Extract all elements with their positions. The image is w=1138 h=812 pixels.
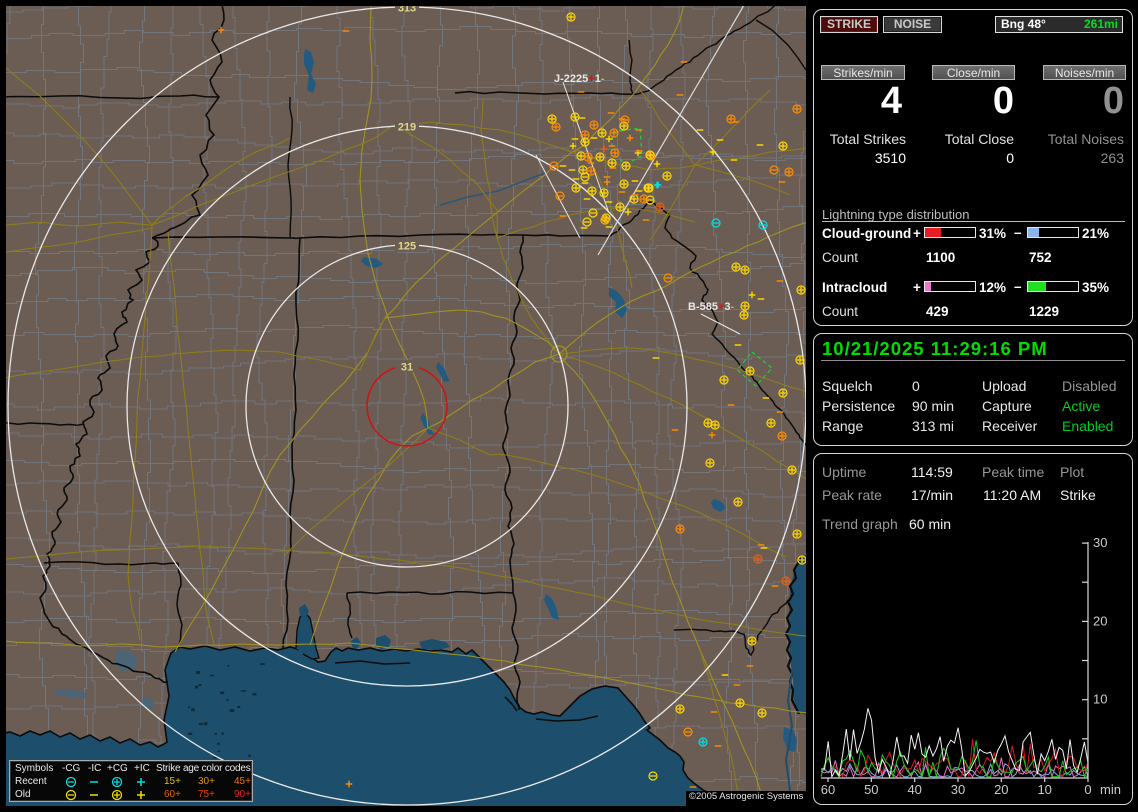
svg-text:J-2225+1-: J-2225+1-: [554, 73, 605, 85]
svg-text:30: 30: [951, 782, 965, 797]
svg-text:20: 20: [994, 782, 1008, 797]
svg-text:313: 313: [398, 6, 416, 15]
svg-text:40: 40: [907, 782, 921, 797]
svg-text:125: 125: [398, 241, 416, 253]
svg-text:50: 50: [864, 782, 878, 797]
svg-text:min: min: [1100, 782, 1121, 797]
svg-text:219: 219: [398, 122, 416, 134]
svg-text:30: 30: [1093, 536, 1107, 550]
svg-text:60: 60: [821, 782, 835, 797]
svg-text:10: 10: [1093, 692, 1107, 707]
svg-text:10: 10: [1037, 782, 1051, 797]
svg-text:31: 31: [401, 362, 413, 374]
svg-text:0: 0: [1084, 782, 1091, 797]
svg-text:B-585+3-: B-585+3-: [688, 301, 735, 313]
svg-text:20: 20: [1093, 613, 1107, 628]
